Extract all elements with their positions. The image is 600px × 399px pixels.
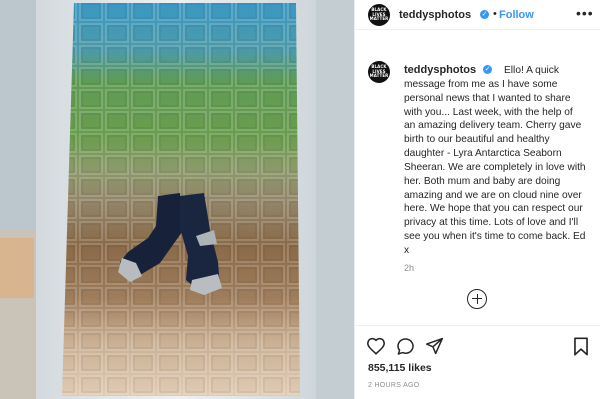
instagram-post: BLACK LIVES MATTER teddysphotos ✓ • Foll… [0, 0, 600, 399]
bookmark-icon[interactable] [573, 337, 589, 361]
user-avatar[interactable]: BLACK LIVES MATTER [368, 4, 390, 26]
photo-knitted-blanket-with-baby-socks [0, 0, 354, 399]
post-timestamp[interactable]: 2 HOURS AGO [368, 382, 420, 389]
post-actions: 855,115 likes 2 HOURS AGO [355, 325, 600, 399]
paper-plane-icon[interactable] [425, 337, 444, 360]
verified-badge-icon: ✓ [480, 10, 489, 19]
avatar-text-line: MATTER [369, 73, 389, 78]
heart-icon[interactable] [366, 337, 386, 360]
post-side-panel: BLACK LIVES MATTER teddysphotos ✓ • Foll… [354, 0, 600, 399]
separator-dot: • [493, 8, 497, 20]
likes-count[interactable]: 855,115 likes [368, 362, 432, 374]
post-time-ago[interactable]: 2h [404, 263, 414, 273]
caption-text: Ello! A quick message from me as I have … [404, 65, 586, 256]
username-link[interactable]: teddysphotos [399, 9, 471, 21]
avatar-text-line: MATTER [369, 16, 389, 21]
post-photo[interactable] [0, 0, 354, 399]
caption-user-avatar[interactable]: BLACK LIVES MATTER [368, 61, 390, 83]
post-header: BLACK LIVES MATTER teddysphotos ✓ • Foll… [355, 0, 600, 30]
follow-button[interactable]: Follow [499, 9, 534, 21]
post-caption: Ello! A quick message from me as I have … [404, 64, 586, 258]
plus-circle-icon[interactable] [467, 289, 487, 309]
more-options-icon[interactable]: ••• [576, 5, 594, 21]
comment-bubble-icon[interactable] [396, 337, 415, 361]
